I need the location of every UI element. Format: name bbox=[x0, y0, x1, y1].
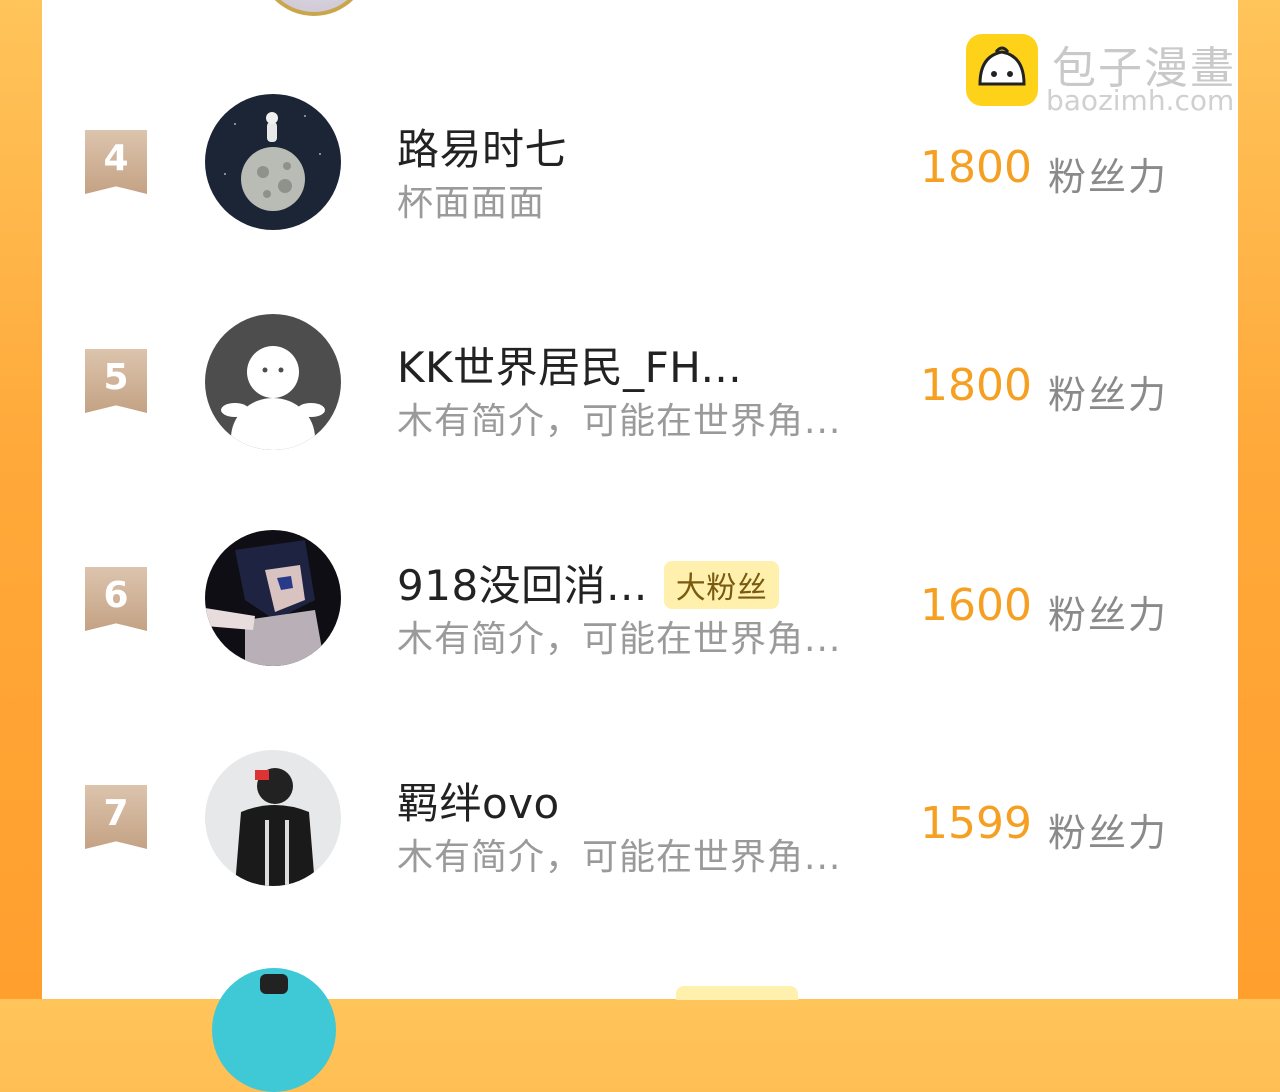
rank-badge: 6 bbox=[85, 567, 147, 631]
fan-score-unit: 粉丝力 bbox=[1048, 593, 1169, 637]
watermark-url: baozimh.com bbox=[1046, 84, 1235, 117]
fan-score-unit: 粉丝力 bbox=[1048, 373, 1169, 417]
user-name[interactable]: 918没回消... 大粉丝 bbox=[397, 552, 780, 613]
user-name[interactable]: 路易时七 bbox=[397, 116, 567, 177]
avatar[interactable] bbox=[205, 750, 341, 886]
avatar[interactable] bbox=[205, 530, 341, 666]
user-bio: 木有简介，可能在世界角... bbox=[397, 837, 842, 878]
user-name[interactable]: 羁绊ovo bbox=[397, 770, 560, 831]
rank-badge: 5 bbox=[85, 349, 147, 413]
next-item-badge bbox=[676, 986, 798, 1000]
list-item[interactable]: 5 KK世界居民_FH... 木有简介，可能在世界角... 1800 粉丝力 bbox=[42, 312, 1238, 462]
user-name-text[interactable]: 918没回消... bbox=[397, 561, 648, 610]
default-avatar-icon bbox=[205, 314, 341, 450]
avatar[interactable] bbox=[212, 968, 336, 1092]
rank-badge: 4 bbox=[85, 130, 147, 194]
fan-score: 1599 bbox=[920, 798, 1032, 849]
avatar[interactable] bbox=[205, 94, 341, 230]
astronaut-moon-image bbox=[205, 94, 341, 230]
avatar[interactable] bbox=[258, 0, 370, 16]
fan-score: 1600 bbox=[920, 580, 1032, 631]
fan-level-badge: 大粉丝 bbox=[663, 560, 780, 609]
fan-score-unit: 粉丝力 bbox=[1048, 155, 1169, 199]
person-photo-image bbox=[205, 750, 341, 886]
avatar[interactable] bbox=[205, 314, 341, 450]
user-bio: 木有简介，可能在世界角... bbox=[397, 619, 842, 660]
list-item[interactable]: 6 918没回消... 大粉丝 木有简介，可能在世界角... 1600 粉丝力 bbox=[42, 530, 1238, 680]
watermark: 包子漫畫 baozimh.com bbox=[966, 34, 1266, 124]
list-item[interactable]: 7 羁绊ovo 木有简介，可能在世界角... 1599 粉丝力 bbox=[42, 748, 1238, 898]
fan-score-unit: 粉丝力 bbox=[1048, 811, 1169, 855]
fan-score: 1800 bbox=[920, 142, 1032, 193]
user-name[interactable]: KK世界居民_FH... bbox=[397, 334, 742, 395]
user-bio: 木有简介，可能在世界角... bbox=[397, 401, 842, 442]
ranking-panel: 4 路易时七 杯面面面 1800 粉丝力 5 KK世界居民_FH... 木有简介… bbox=[42, 0, 1238, 1092]
fan-score: 1800 bbox=[920, 360, 1032, 411]
bun-logo-icon bbox=[966, 34, 1038, 106]
cartoon-avatar-image bbox=[260, 974, 288, 994]
user-bio: 杯面面面 bbox=[397, 183, 546, 224]
rank-badge: 7 bbox=[85, 785, 147, 849]
anime-character-image bbox=[205, 530, 341, 666]
